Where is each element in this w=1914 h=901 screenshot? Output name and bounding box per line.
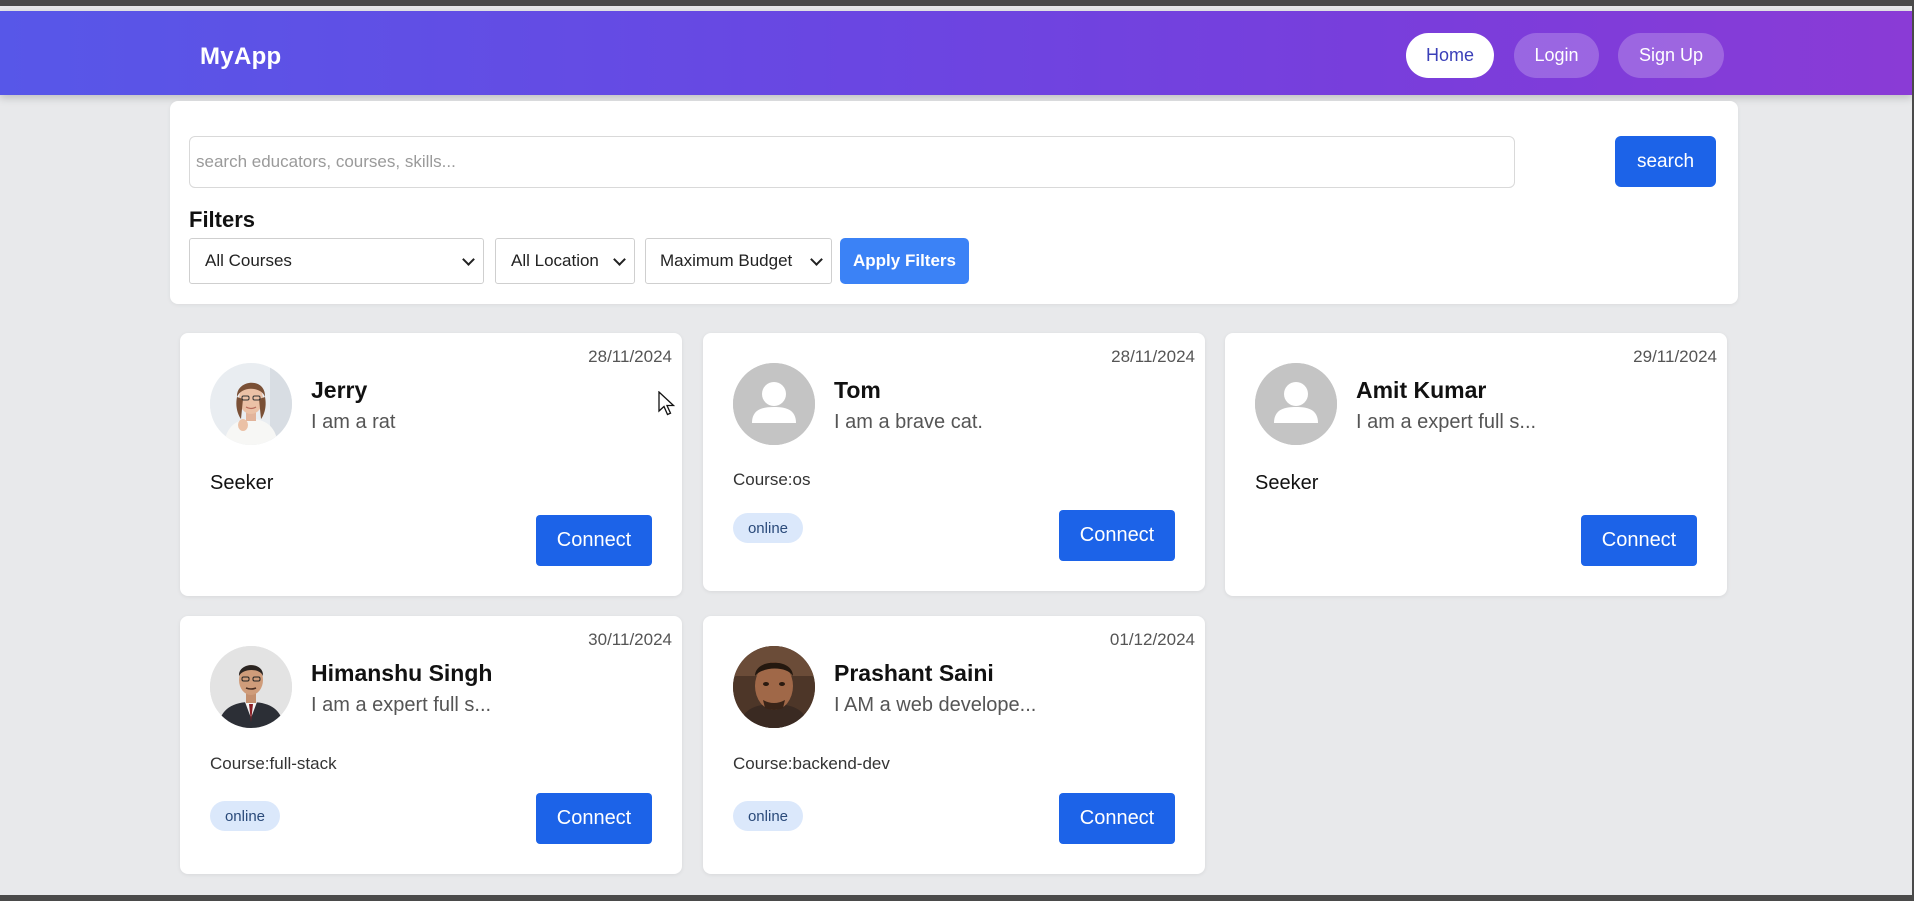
search-button[interactable]: search: [1615, 136, 1716, 187]
default-user-icon: [1255, 363, 1337, 445]
connect-button[interactable]: Connect: [1581, 515, 1697, 566]
card-date: 29/11/2024: [1633, 347, 1717, 366]
brand-logo[interactable]: MyApp: [200, 43, 282, 71]
card-role: Seeker: [210, 472, 274, 494]
profile-card: 29/11/2024 Amit Kumar I am a expert full…: [1225, 333, 1727, 596]
card-date: 28/11/2024: [1111, 347, 1195, 366]
app-viewport: MyApp Home Login Sign Up search Filters …: [0, 6, 1912, 895]
connect-button[interactable]: Connect: [1059, 510, 1175, 561]
profile-card: 28/11/2024 Jerry I am a rat Seeker Conne…: [180, 333, 682, 596]
search-input[interactable]: [189, 136, 1515, 188]
courses-select[interactable]: All Courses: [189, 238, 484, 284]
nav-home-button[interactable]: Home: [1406, 33, 1494, 78]
apply-filters-button[interactable]: Apply Filters: [840, 238, 969, 284]
card-course: Course:full-stack: [210, 754, 337, 773]
chevron-down-icon: [462, 253, 475, 266]
card-course: Course:os: [733, 470, 811, 489]
card-course: Course:backend-dev: [733, 754, 890, 773]
profile-card: 30/11/2024 Himanshu Singh I am a expert …: [180, 616, 682, 874]
avatar: [733, 363, 815, 445]
budget-select-value: Maximum Budget: [660, 251, 793, 270]
chevron-down-icon: [613, 253, 626, 266]
card-bio: I AM a web develope...: [834, 694, 1037, 716]
connect-button[interactable]: Connect: [536, 515, 652, 566]
mouse-cursor-icon: [658, 391, 676, 416]
photo-woman-avatar: [210, 363, 292, 445]
card-name: Tom: [834, 377, 881, 403]
mode-badge: online: [210, 801, 280, 831]
profile-card: 01/12/2024 Prashant Saini I AM a web dev…: [703, 616, 1205, 874]
budget-select[interactable]: Maximum Budget: [645, 238, 832, 284]
card-name: Jerry: [311, 377, 368, 403]
search-panel: search Filters All Courses All Location …: [170, 101, 1738, 304]
card-name: Prashant Saini: [834, 660, 994, 686]
card-bio: I am a brave cat.: [834, 411, 983, 433]
mode-badge: online: [733, 801, 803, 831]
card-name: Himanshu Singh: [311, 660, 493, 686]
connect-button[interactable]: Connect: [1059, 793, 1175, 844]
card-bio: I am a expert full s...: [1356, 411, 1537, 433]
profile-card: 28/11/2024 Tom I am a brave cat. Course:…: [703, 333, 1205, 591]
chevron-down-icon: [810, 253, 823, 266]
nav-login-button[interactable]: Login: [1514, 33, 1599, 78]
avatar: [1255, 363, 1337, 445]
photo-man-suit-avatar: [210, 646, 292, 728]
navbar: MyApp Home Login Sign Up: [0, 11, 1912, 95]
connect-button[interactable]: Connect: [536, 793, 652, 844]
location-select-value: All Location: [511, 251, 599, 270]
nav-signup-button[interactable]: Sign Up: [1618, 33, 1724, 78]
avatar: [210, 646, 292, 728]
card-role: Seeker: [1255, 472, 1319, 494]
avatar: [733, 646, 815, 728]
location-select[interactable]: All Location: [495, 238, 635, 284]
mode-badge: online: [733, 513, 803, 543]
filters-heading: Filters: [189, 207, 256, 232]
courses-select-value: All Courses: [205, 251, 292, 270]
card-date: 28/11/2024: [588, 347, 672, 366]
photo-man-avatar: [733, 646, 815, 728]
avatar: [210, 363, 292, 445]
card-date: 01/12/2024: [1109, 630, 1195, 649]
card-bio: I am a rat: [311, 411, 396, 433]
card-name: Amit Kumar: [1356, 377, 1487, 403]
card-date: 30/11/2024: [588, 630, 672, 649]
card-bio: I am a expert full s...: [311, 694, 492, 716]
default-user-icon: [733, 363, 815, 445]
